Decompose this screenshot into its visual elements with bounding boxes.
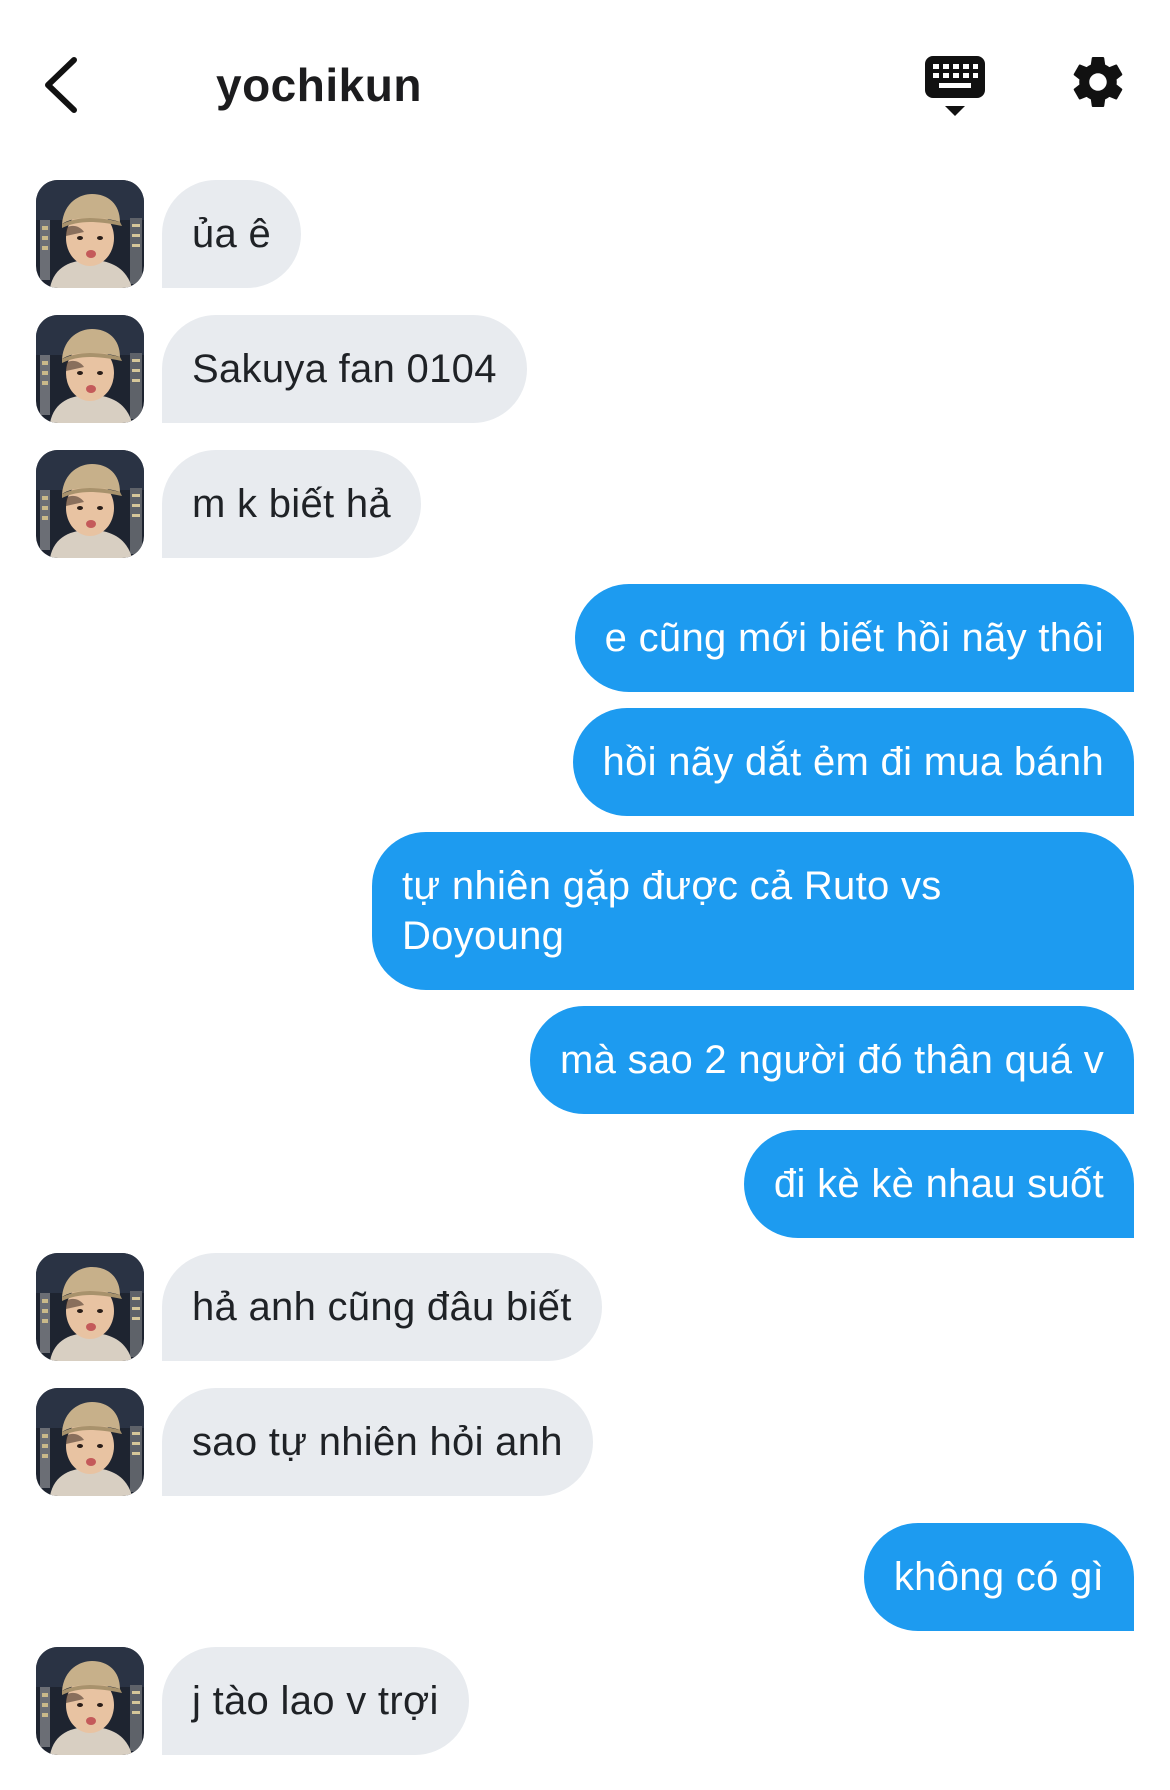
back-button[interactable] xyxy=(40,50,90,120)
avatar[interactable] xyxy=(36,1388,144,1496)
avatar[interactable] xyxy=(36,1253,144,1361)
avatar[interactable] xyxy=(36,1647,144,1755)
avatar[interactable] xyxy=(36,315,144,423)
message-bubble-incoming[interactable]: Sakuya fan 0104 xyxy=(162,315,527,423)
message-bubble-incoming[interactable]: ủa ê xyxy=(162,180,302,288)
message-bubble-outgoing[interactable]: không có gì xyxy=(863,1523,1134,1631)
message-bubble-outgoing[interactable]: e cũng mới biết hồi nãy thôi xyxy=(574,584,1134,692)
avatar[interactable] xyxy=(36,180,144,288)
avatar[interactable] xyxy=(36,450,144,558)
message-bubble-incoming[interactable]: j tào lao v trợi xyxy=(162,1647,469,1755)
keyboard-button[interactable] xyxy=(922,54,988,120)
message-bubble-incoming[interactable]: hả anh cũng đâu biết xyxy=(162,1253,602,1361)
gear-icon xyxy=(1073,57,1123,107)
message-bubble-incoming[interactable]: sao tự nhiên hỏi anh xyxy=(162,1388,593,1496)
chevron-left-icon xyxy=(45,57,77,113)
message-bubble-outgoing[interactable]: tự nhiên gặp được cả Ruto vs Doyoung xyxy=(372,832,1134,990)
message-bubble-incoming[interactable]: m k biết hả xyxy=(162,450,421,558)
message-bubble-outgoing[interactable]: hồi nãy dắt ẻm đi mua bánh xyxy=(572,708,1134,816)
message-bubble-outgoing[interactable]: mà sao 2 người đó thân quá v xyxy=(530,1006,1134,1114)
conversation-title[interactable]: yochikun xyxy=(216,52,422,118)
keyboard-icon xyxy=(925,56,985,116)
settings-button[interactable] xyxy=(1068,52,1128,112)
chat-header: yochikun xyxy=(0,0,1170,160)
message-bubble-outgoing[interactable]: đi kè kè nhau suốt xyxy=(743,1130,1134,1238)
